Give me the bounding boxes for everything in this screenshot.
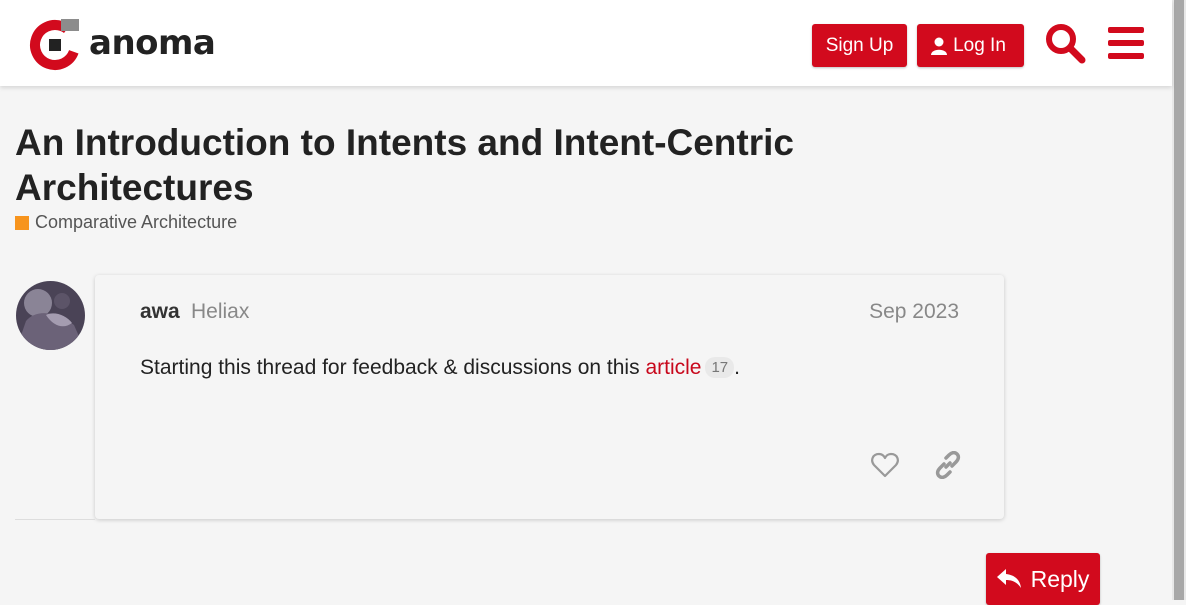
site-header: anoma Sign Up Log In <box>0 0 1172 86</box>
user-avatar[interactable] <box>16 281 85 350</box>
topic-title[interactable]: An Introduction to Intents and Intent-Ce… <box>15 120 915 210</box>
sign-up-button[interactable]: Sign Up <box>812 24 907 67</box>
hamburger-menu-icon[interactable] <box>1108 27 1144 59</box>
category-color-swatch <box>15 215 29 230</box>
scrollbar-thumb[interactable] <box>1174 0 1184 600</box>
brand-name: anoma <box>89 23 216 63</box>
site-logo[interactable]: anoma <box>29 17 229 73</box>
sign-up-label: Sign Up <box>825 34 894 56</box>
post-username[interactable]: awa <box>140 300 180 324</box>
post-body: Starting this thread for feedback & disc… <box>140 356 740 380</box>
post-user-title: Heliax <box>191 300 250 323</box>
post-divider <box>15 519 95 520</box>
user-icon <box>931 37 948 55</box>
link-click-count: 17 <box>705 357 735 378</box>
avatar-image <box>16 281 85 350</box>
post-date[interactable]: Sep 2023 <box>869 300 959 324</box>
log-in-button[interactable]: Log In <box>917 24 1024 67</box>
category-badge[interactable]: Comparative Architecture <box>15 212 237 233</box>
log-in-label: Log In <box>953 34 1006 56</box>
article-link[interactable]: article <box>645 356 701 379</box>
reply-arrow-icon <box>996 569 1021 588</box>
search-icon[interactable] <box>1044 22 1086 64</box>
post-card: awa Heliax Sep 2023 Starting this thread… <box>95 275 1004 519</box>
post-body-suffix: . <box>734 356 740 379</box>
page-scrollbar[interactable] <box>1172 0 1186 600</box>
reply-button[interactable]: Reply <box>986 553 1100 605</box>
post-body-text: Starting this thread for feedback & disc… <box>140 356 646 379</box>
reply-label: Reply <box>1030 565 1090 592</box>
heart-icon[interactable] <box>871 452 899 478</box>
link-icon[interactable] <box>934 451 962 479</box>
anoma-logo-icon <box>30 19 80 70</box>
category-label: Comparative Architecture <box>35 212 238 232</box>
